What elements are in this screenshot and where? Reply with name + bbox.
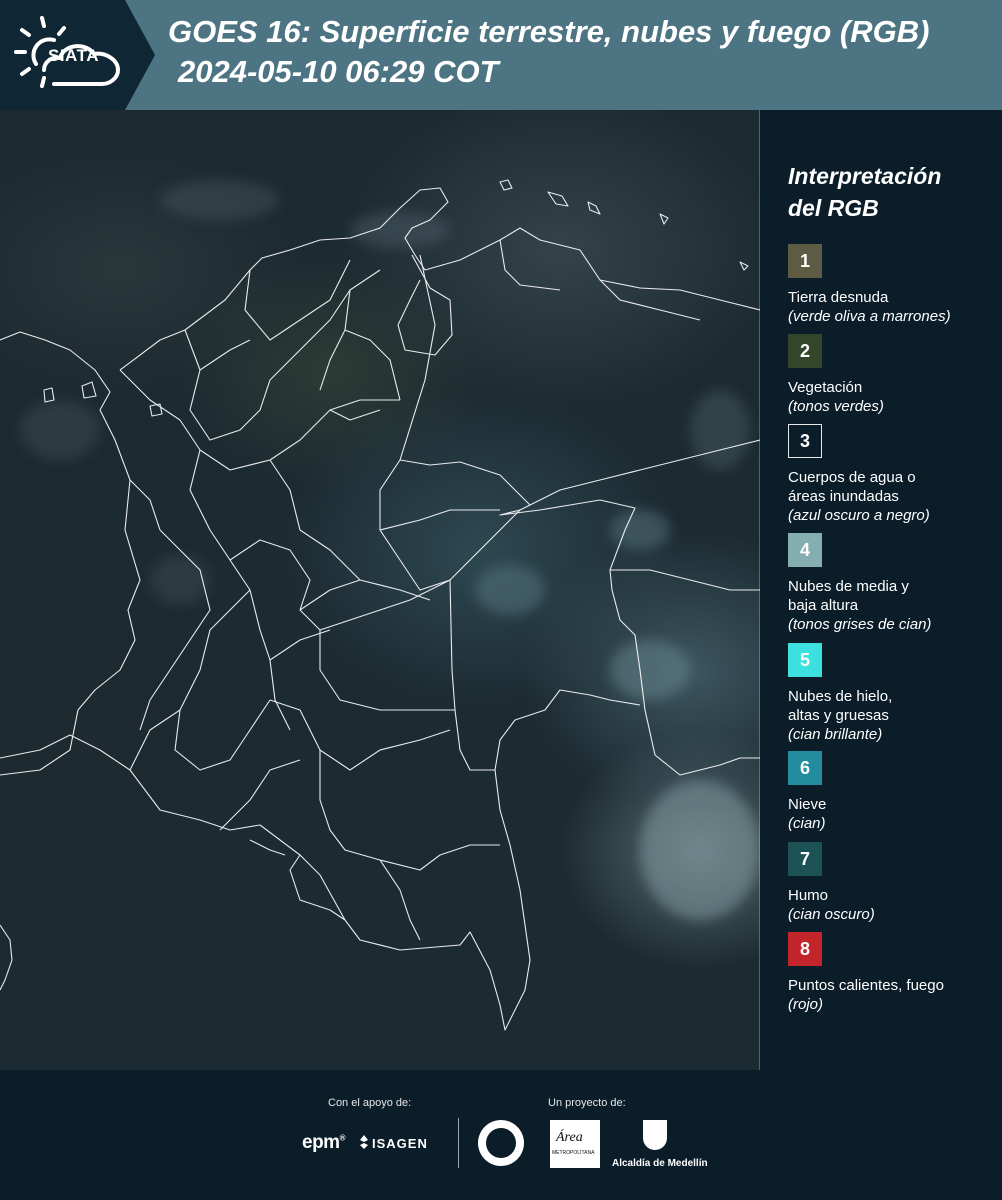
legend-item-name: Vegetación	[788, 379, 863, 396]
area-logo-sub: METROPOLITANA	[552, 1150, 595, 1156]
legend-item-smoke: 7 Humo (cian oscuro)	[788, 842, 988, 924]
alcaldia-shield-icon	[643, 1120, 667, 1150]
legend-item-name: Puntos calientes, fuego	[788, 977, 944, 994]
isagen-mark-icon	[360, 1135, 368, 1149]
project-label: Un proyecto de:	[548, 1097, 626, 1109]
legend-item-mid-low-clouds: 4 Nubes de media y baja altura (tonos gr…	[788, 533, 988, 634]
legend-item-name: Nubes de media y baja altura	[788, 578, 909, 614]
page-title: GOES 16: Superficie terrestre, nubes y f…	[168, 14, 930, 49]
legend-item-snow: 6 Nieve (cian)	[788, 751, 988, 833]
timestamp: 2024-05-10 06:29 COT	[178, 54, 499, 89]
swatch-2: 2	[788, 334, 822, 368]
legend-item-ice-clouds: 5 Nubes de hielo, altas y gruesas (cian …	[788, 643, 988, 744]
footer-divider	[458, 1118, 459, 1168]
legend-item-desc: (verde oliva a marrones)	[788, 308, 951, 325]
swatch-4: 4	[788, 533, 822, 567]
legend-title-line2: del RGB	[788, 195, 879, 221]
swatch-8: 8	[788, 932, 822, 966]
legend-item-desc: (rojo)	[788, 996, 824, 1013]
legend-item-desc: (cian)	[788, 815, 826, 832]
seal-logo	[478, 1120, 524, 1166]
legend-item-water: 3 Cuerpos de agua o áreas inundadas (azu…	[788, 424, 988, 525]
registered-icon: ®	[339, 1133, 346, 1143]
legend-title-line1: Interpretación	[788, 163, 942, 189]
legend-item-name: Humo	[788, 887, 829, 904]
swatch-3: 3	[788, 424, 822, 458]
legend-item-name: Nieve	[788, 796, 827, 813]
legend-item-desc: (cian brillante)	[788, 726, 883, 743]
legend-item-desc: (cian oscuro)	[788, 906, 875, 923]
legend-item-name: Nubes de hielo, altas y gruesas	[788, 688, 893, 724]
support-label: Con el apoyo de:	[328, 1097, 412, 1109]
swatch-7: 7	[788, 842, 822, 876]
footer: Con el apoyo de: Un proyecto de: epm® IS…	[0, 1070, 1002, 1200]
epm-text: epm	[302, 1132, 340, 1153]
area-metropolitana-logo: Área METROPOLITANA	[550, 1120, 600, 1168]
alcaldia-text: Alcaldía de Medellín	[612, 1158, 708, 1169]
rgb-legend: Interpretación del RGB	[788, 160, 988, 240]
legend-item-vegetation: 2 Vegetación (tonos verdes)	[788, 334, 988, 416]
header-bar: SIATA GOES 16: Superficie terrestre, nub…	[0, 0, 1002, 110]
isagen-logo: ISAGEN	[372, 1136, 428, 1151]
swatch-5: 5	[788, 643, 822, 677]
siata-logo: SIATA	[0, 0, 155, 110]
legend-item-desc: (tonos grises de cian)	[788, 616, 932, 633]
seal-inner	[486, 1128, 516, 1158]
legend-item-name: Tierra desnuda	[788, 289, 889, 306]
boundaries-layer	[0, 179, 760, 1031]
swatch-1: 1	[788, 244, 822, 278]
satellite-map	[0, 110, 760, 1070]
area-logo-text: Área	[556, 1130, 583, 1145]
legend-item-desc: (tonos verdes)	[788, 398, 884, 415]
isagen-text: ISAGEN	[372, 1136, 428, 1151]
map-edge	[759, 110, 760, 1070]
logo-text: SIATA	[48, 46, 99, 65]
legend-item-fire: 8 Puntos calientes, fuego (rojo)	[788, 932, 988, 1014]
legend-item-bare-land: 1 Tierra desnuda (verde oliva a marrones…	[788, 244, 988, 326]
legend-item-desc: (azul oscuro a negro)	[788, 507, 930, 524]
legend-item-name: Cuerpos de agua o áreas inundadas	[788, 469, 916, 505]
swatch-6: 6	[788, 751, 822, 785]
legend-title: Interpretación del RGB	[788, 160, 988, 224]
epm-logo: epm®	[302, 1132, 346, 1154]
